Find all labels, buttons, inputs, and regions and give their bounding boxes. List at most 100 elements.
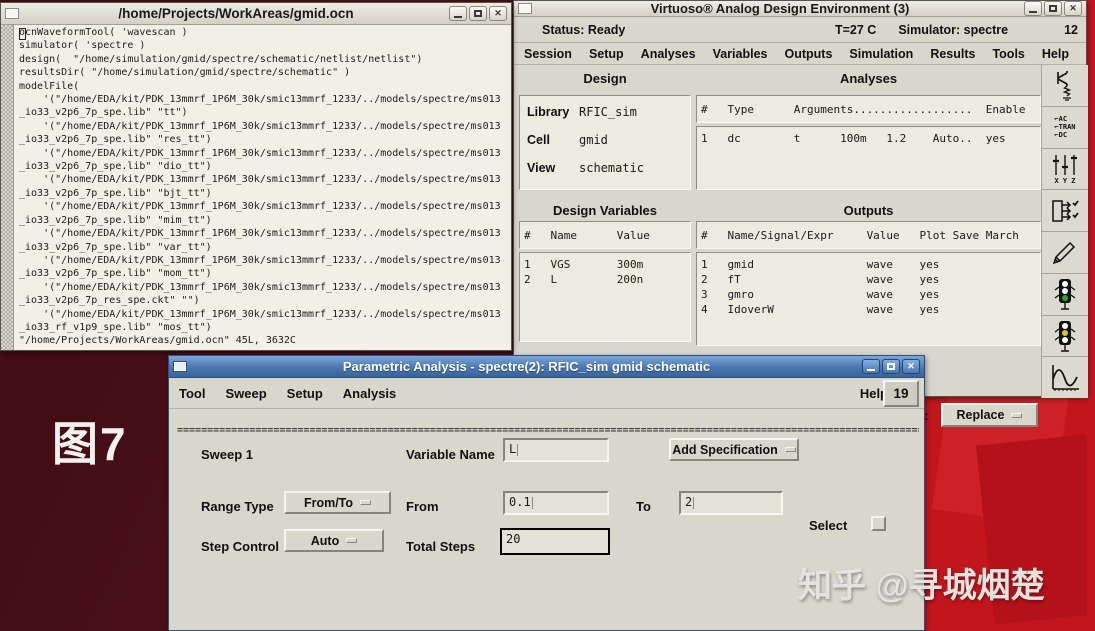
setup-outputs-button[interactable] (1042, 190, 1088, 232)
background-red-strip (1087, 0, 1095, 631)
menu-setup[interactable]: Setup (287, 386, 323, 401)
choose-design-button[interactable] (1042, 65, 1088, 107)
screen: Virtuoso® Analog Design Environment (3) … (0, 0, 1095, 631)
option-menu-dash-icon (346, 538, 358, 543)
menu-results[interactable]: Results (930, 47, 975, 61)
scrollbar[interactable] (1, 25, 14, 350)
window-menu-icon[interactable] (518, 3, 532, 14)
traffic-light-green-icon (1052, 277, 1078, 311)
terminal-content[interactable]: ocnWaveformTool( 'wavescan ) simulator( … (1, 25, 511, 350)
minimize-button[interactable] (1024, 1, 1042, 16)
variable-name-input[interactable]: L (503, 438, 609, 462)
ade-title: Virtuoso® Analog Design Environment (3) (650, 1, 910, 16)
ade-toolbar: ⌐AC ⌐TRAN ⌐DC X Y Z (1041, 65, 1088, 398)
menu-variables[interactable]: Variables (713, 47, 768, 61)
add-specification-button[interactable]: Add Specification (669, 438, 799, 461)
analyses-columns: # Type Arguments.................. Enabl… (696, 95, 1041, 123)
view-label: View (527, 160, 556, 175)
maximize-button[interactable] (1044, 1, 1062, 16)
to-input[interactable]: 2 (679, 491, 783, 515)
run-simulation-button[interactable] (1042, 273, 1088, 316)
window-menu-icon[interactable] (173, 361, 187, 372)
separator-line: ========================================… (177, 425, 919, 436)
library-value[interactable]: RFIC_sim (579, 105, 637, 119)
cell-value[interactable]: gmid (579, 133, 608, 147)
ade-main: Design Analyses Design Variables Outputs… (514, 65, 1088, 427)
terminal-titlebar[interactable]: /home/Projects/WorkAreas/gmid.ocn ✕ (1, 3, 511, 25)
from-input[interactable]: 0.1 (503, 491, 609, 515)
terminal-title: /home/Projects/WorkAreas/gmid.ocn (118, 6, 354, 21)
parametric-titlebar[interactable]: Parametric Analysis - spectre(2): RFIC_s… (169, 356, 924, 378)
menu-analysis[interactable]: Analysis (343, 386, 396, 401)
design-variables-columns: # Name Value (519, 221, 691, 249)
window-count-badge: 19 (883, 380, 919, 407)
maximize-button[interactable] (469, 6, 487, 21)
option-menu-dash-icon (1011, 412, 1023, 418)
select-checkbox[interactable] (871, 516, 886, 531)
text-cursor (19, 28, 26, 40)
pencil-icon (1050, 237, 1080, 267)
ade-menubar: Session Setup Analyses Variables Outputs… (514, 43, 1086, 65)
outputs-header: Outputs (843, 203, 894, 218)
design-header: Design (583, 71, 627, 86)
minimize-button[interactable] (862, 359, 880, 374)
edit-variables-button[interactable]: X Y Z (1042, 148, 1088, 191)
window-menu-icon[interactable] (5, 8, 19, 19)
menu-setup[interactable]: Setup (589, 47, 624, 61)
menu-analyses[interactable]: Analyses (641, 47, 696, 61)
library-label: Library (527, 104, 570, 119)
view-value[interactable]: schematic (579, 161, 644, 175)
outputs-list[interactable]: 1 gmid wave yes 2 fT wave yes 3 gmro wav… (696, 252, 1041, 346)
menu-tools[interactable]: Tools (992, 47, 1024, 61)
terminal-text: ocnWaveformTool( 'wavescan ) simulator( … (19, 27, 501, 347)
traffic-light-yellow-icon (1052, 319, 1078, 353)
stop-simulation-button[interactable] (1042, 315, 1088, 358)
transistor-icon (1050, 69, 1080, 102)
ade-window: Virtuoso® Analog Design Environment (3) … (513, 0, 1088, 427)
outputs-icon (1050, 196, 1080, 226)
step-control-select[interactable]: Auto (284, 529, 384, 552)
parametric-menubar: Tool Sweep Setup Analysis Help 19 (169, 378, 924, 409)
design-variables-list[interactable]: 1 VGS 300m 2 L 200n (519, 252, 691, 342)
terminal-window: /home/Projects/WorkAreas/gmid.ocn ✕ ocnW… (0, 2, 512, 351)
sweep-label: Sweep 1 (201, 447, 254, 462)
variable-name-label: Variable Name (406, 447, 495, 462)
status-text: Status: Ready (542, 22, 626, 37)
ade-titlebar[interactable]: Virtuoso® Analog Design Environment (3) … (514, 1, 1086, 17)
minimize-button[interactable] (449, 6, 467, 21)
temperature-text: T=27 C (834, 22, 877, 37)
select-label: Select (809, 518, 848, 533)
plot-outputs-button[interactable] (1042, 357, 1088, 398)
watermark: 知乎 @寻城烟楚 (798, 567, 1045, 605)
menu-help[interactable]: Help (1042, 47, 1069, 61)
option-menu-dash-icon (784, 447, 796, 452)
analyses-header: Analyses (839, 71, 898, 86)
waveform-icon (1049, 363, 1081, 393)
analyses-icon: ⌐AC ⌐TRAN ⌐DC (1054, 115, 1076, 140)
total-steps-input[interactable]: 20 (500, 528, 610, 555)
ade-status-bar: Status: Ready T=27 C Simulator: spectre … (514, 17, 1086, 43)
option-menu-dash-icon (360, 500, 372, 505)
total-steps-label: Total Steps (406, 539, 476, 554)
simulator-text: Simulator: spectre (898, 22, 1009, 37)
outputs-columns: # Name/Signal/Expr Value Plot Save March (696, 221, 1041, 249)
range-type-select[interactable]: From/To (284, 491, 391, 514)
design-variables-header: Design Variables (552, 203, 658, 218)
close-button[interactable]: ✕ (1064, 1, 1082, 16)
design-panel: Library RFIC_sim Cell gmid View schemati… (519, 95, 691, 190)
menu-sweep[interactable]: Sweep (225, 386, 266, 401)
menu-simulation[interactable]: Simulation (849, 47, 913, 61)
close-button[interactable]: ✕ (489, 6, 507, 21)
menu-tool[interactable]: Tool (179, 386, 205, 401)
close-button[interactable]: ✕ (902, 359, 920, 374)
choose-analyses-button[interactable]: ⌐AC ⌐TRAN ⌐DC (1042, 106, 1088, 149)
plotting-mode-select[interactable]: Replace (941, 403, 1038, 427)
analyses-list[interactable]: 1 dc t 100m 1.2 Auto.. yes (696, 126, 1041, 190)
menu-session[interactable]: Session (524, 47, 572, 61)
parametric-title: Parametric Analysis - spectre(2): RFIC_s… (342, 359, 711, 374)
netlist-button[interactable] (1042, 232, 1088, 274)
menu-outputs[interactable]: Outputs (784, 47, 832, 61)
range-type-label: Range Type (201, 499, 274, 514)
variables-xyz-icon: X Y Z (1051, 153, 1079, 185)
maximize-button[interactable] (882, 359, 900, 374)
